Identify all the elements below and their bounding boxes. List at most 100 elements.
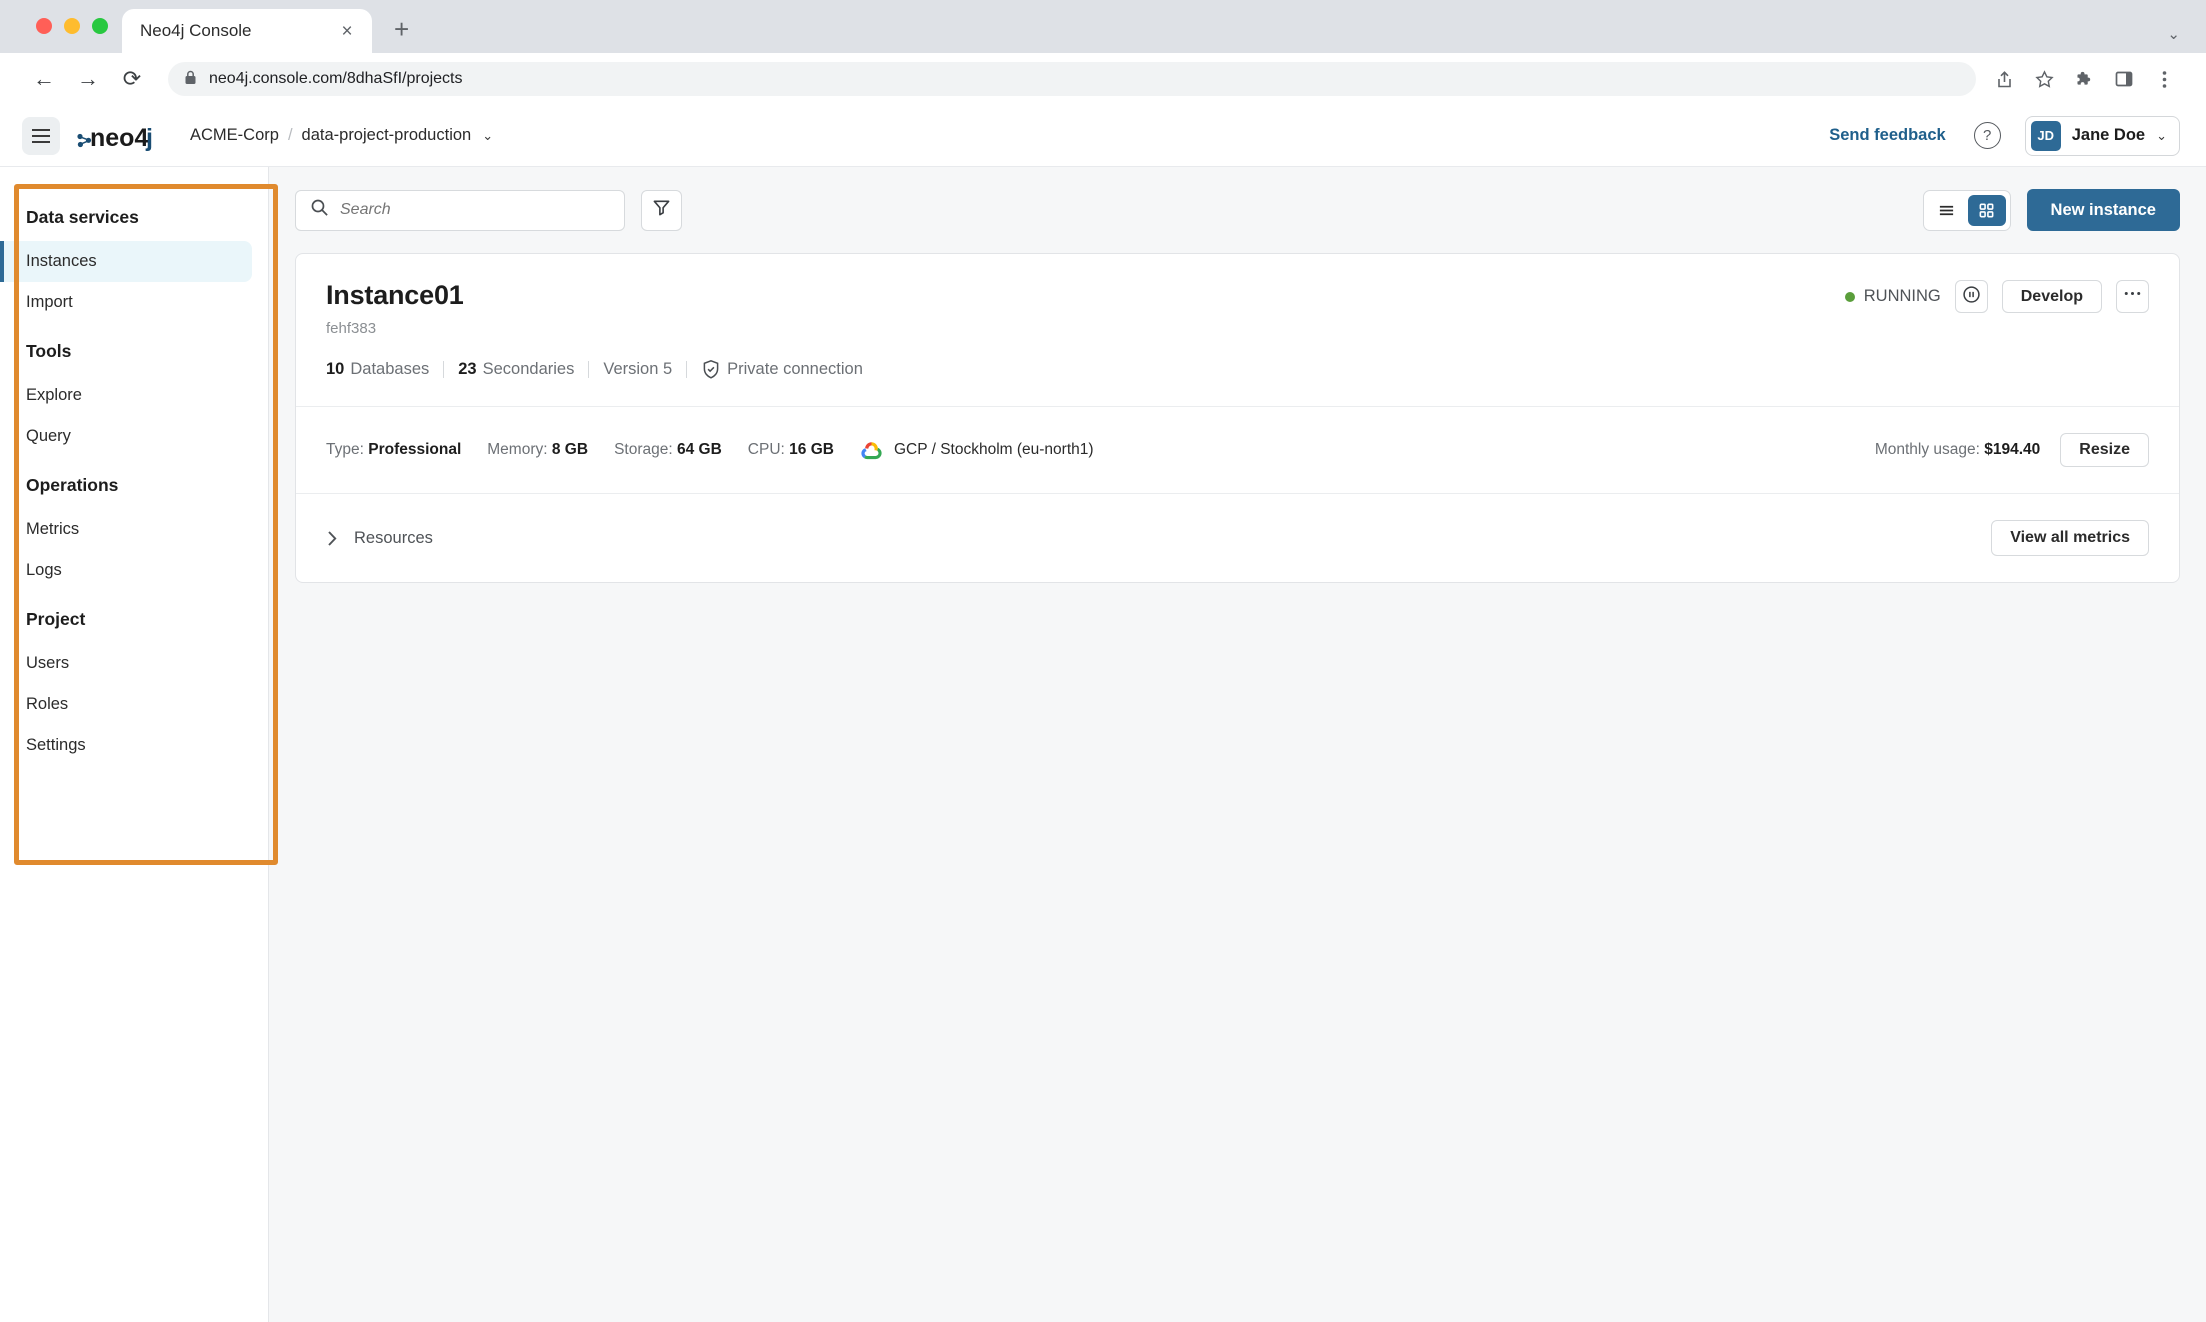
instances-list: Instance01 fehf383 RUNNING Develop 10 Da… (269, 253, 2206, 583)
neo4j-console-app: neo4 j ACME-Corp / data-project-producti… (0, 105, 2206, 1322)
spec-type: Type: Professional (326, 441, 461, 459)
instance-name: Instance01 (326, 280, 464, 310)
send-feedback-link[interactable]: Send feedback (1829, 126, 1945, 145)
share-icon[interactable] (1984, 59, 2024, 99)
meta-secondaries: 23 Secondaries (444, 360, 588, 379)
sidebar-item-metrics[interactable]: Metrics (0, 509, 252, 550)
meta-databases: 10 Databases (326, 360, 443, 379)
app-body: Data services Instances Import Tools Exp… (0, 167, 2206, 1322)
spec-cpu-label: CPU: (747, 441, 785, 458)
forward-button[interactable]: → (66, 57, 110, 101)
sidebar-item-explore[interactable]: Explore (0, 375, 252, 416)
close-tab-icon[interactable]: × (336, 22, 358, 41)
status-badge: RUNNING (1844, 287, 1941, 306)
sidebar: Data services Instances Import Tools Exp… (0, 167, 269, 1322)
neo4j-logo[interactable]: neo4 j (76, 121, 164, 151)
sidebar-item-settings[interactable]: Settings (0, 725, 252, 766)
list-view-button[interactable] (1928, 195, 1966, 226)
sidebar-item-import[interactable]: Import (0, 282, 252, 323)
meta-databases-value: 10 (326, 360, 345, 378)
chevron-right-icon (326, 529, 339, 548)
sidebar-group-title: Operations (26, 475, 119, 495)
spec-cpu: CPU: 16 GB (748, 441, 834, 459)
meta-version-label: Version 5 (603, 360, 673, 378)
instance-meta: 10 Databases 23 Secondaries Version 5 Pr… (326, 359, 2149, 380)
pause-circle-icon (1962, 285, 1981, 309)
sidebar-item-users[interactable]: Users (0, 643, 252, 684)
sidebar-item-logs[interactable]: Logs (0, 550, 252, 591)
sidebar-section-tools: Tools Explore Query (0, 323, 268, 457)
url-text: neo4j.console.com/8dhaSfI/projects (209, 70, 463, 87)
extensions-puzzle-icon[interactable] (2064, 59, 2104, 99)
new-tab-button[interactable]: + (394, 14, 409, 53)
bookmark-star-icon[interactable] (2024, 59, 2064, 99)
user-menu-button[interactable]: JD Jane Doe ⌄ (2024, 115, 2180, 156)
filter-icon (652, 198, 671, 222)
lock-icon (184, 70, 197, 88)
instance-identity: Instance01 fehf383 (326, 280, 464, 337)
more-options-button[interactable] (2116, 280, 2149, 313)
search-box[interactable] (295, 189, 625, 231)
browser-tab[interactable]: Neo4j Console × (122, 9, 372, 53)
resize-button[interactable]: Resize (2060, 433, 2149, 467)
status-label: RUNNING (1863, 287, 1941, 305)
monthly-usage-value: $194.40 (1984, 441, 2041, 458)
grid-view-button[interactable] (1967, 194, 2006, 226)
instance-specs: Type: Professional Memory: 8 GB Storage:… (296, 406, 2179, 493)
browser-window: Neo4j Console × + ⌄ ← → ⟳ neo4j.console.… (0, 0, 2206, 1322)
user-name: Jane Doe (2071, 126, 2146, 144)
browser-menu-icon[interactable] (2144, 59, 2184, 99)
browser-tabstrip: Neo4j Console × + ⌄ (0, 0, 2206, 53)
instance-id: fehf383 (326, 320, 377, 337)
main-content: New instance Instance01 fehf383 (269, 167, 2206, 1322)
instance-actions: RUNNING Develop (1844, 280, 2149, 313)
new-instance-button[interactable]: New instance (2026, 189, 2180, 231)
breadcrumb-separator: / (287, 126, 293, 144)
develop-button[interactable]: Develop (2001, 280, 2102, 313)
minimize-window-button[interactable] (64, 18, 80, 34)
sidebar-item-instances[interactable]: Instances (0, 241, 252, 282)
pause-button[interactable] (1954, 280, 1988, 313)
chevron-down-icon[interactable]: ⌄ (2167, 25, 2180, 43)
menu-toggle-button[interactable] (22, 116, 60, 155)
browser-omnibar: ← → ⟳ neo4j.console.com/8dhaSfI/projects (0, 53, 2206, 105)
sidebar-item-query[interactable]: Query (0, 416, 252, 457)
chevron-down-icon[interactable]: ⌄ (482, 128, 493, 144)
sidebar-group-title: Project (26, 609, 86, 629)
breadcrumb-org[interactable]: ACME-Corp (190, 126, 279, 145)
sidebar-section-operations: Operations Metrics Logs (0, 457, 268, 591)
spec-cpu-value: 16 GB (789, 441, 834, 458)
maximize-window-button[interactable] (92, 18, 108, 34)
reload-button[interactable]: ⟳ (110, 57, 154, 101)
instance-resources: Resources View all metrics (296, 493, 2179, 582)
usage-and-resize: Monthly usage: $194.40 Resize (1875, 433, 2149, 467)
monthly-usage-label: Monthly usage: (1874, 441, 1980, 458)
tab-title: Neo4j Console (140, 21, 252, 40)
sidebar-item-roles[interactable]: Roles (0, 684, 252, 725)
instances-toolbar: New instance (269, 167, 2206, 253)
resources-expander[interactable]: Resources (326, 529, 433, 548)
instance-card-header: Instance01 fehf383 RUNNING Develop 10 Da… (296, 254, 2179, 406)
sidebar-group-title: Tools (26, 341, 72, 361)
help-icon[interactable]: ? (1973, 122, 2001, 149)
sidebar-section-data-services: Data services Instances Import (0, 189, 268, 323)
search-icon (310, 198, 329, 222)
address-bar[interactable]: neo4j.console.com/8dhaSfI/projects (168, 62, 1976, 96)
connection-label: Private connection (727, 360, 863, 378)
svg-text:neo4: neo4 (90, 124, 148, 151)
view-all-metrics-button[interactable]: View all metrics (1991, 520, 2149, 556)
filter-button[interactable] (641, 189, 682, 231)
close-window-button[interactable] (36, 18, 52, 34)
side-panel-icon[interactable] (2104, 59, 2144, 99)
shield-check-icon (701, 359, 721, 380)
breadcrumb-project[interactable]: data-project-production (302, 126, 472, 145)
back-button[interactable]: ← (22, 57, 66, 101)
svg-text:j: j (145, 124, 153, 151)
meta-secondaries-value: 23 (458, 360, 477, 378)
avatar: JD (2030, 120, 2061, 151)
search-input[interactable] (340, 201, 610, 219)
sidebar-group-title: Data services (26, 207, 139, 227)
window-traffic-lights (36, 18, 108, 34)
chevron-down-icon: ⌄ (2156, 127, 2167, 143)
google-cloud-icon (860, 440, 883, 461)
